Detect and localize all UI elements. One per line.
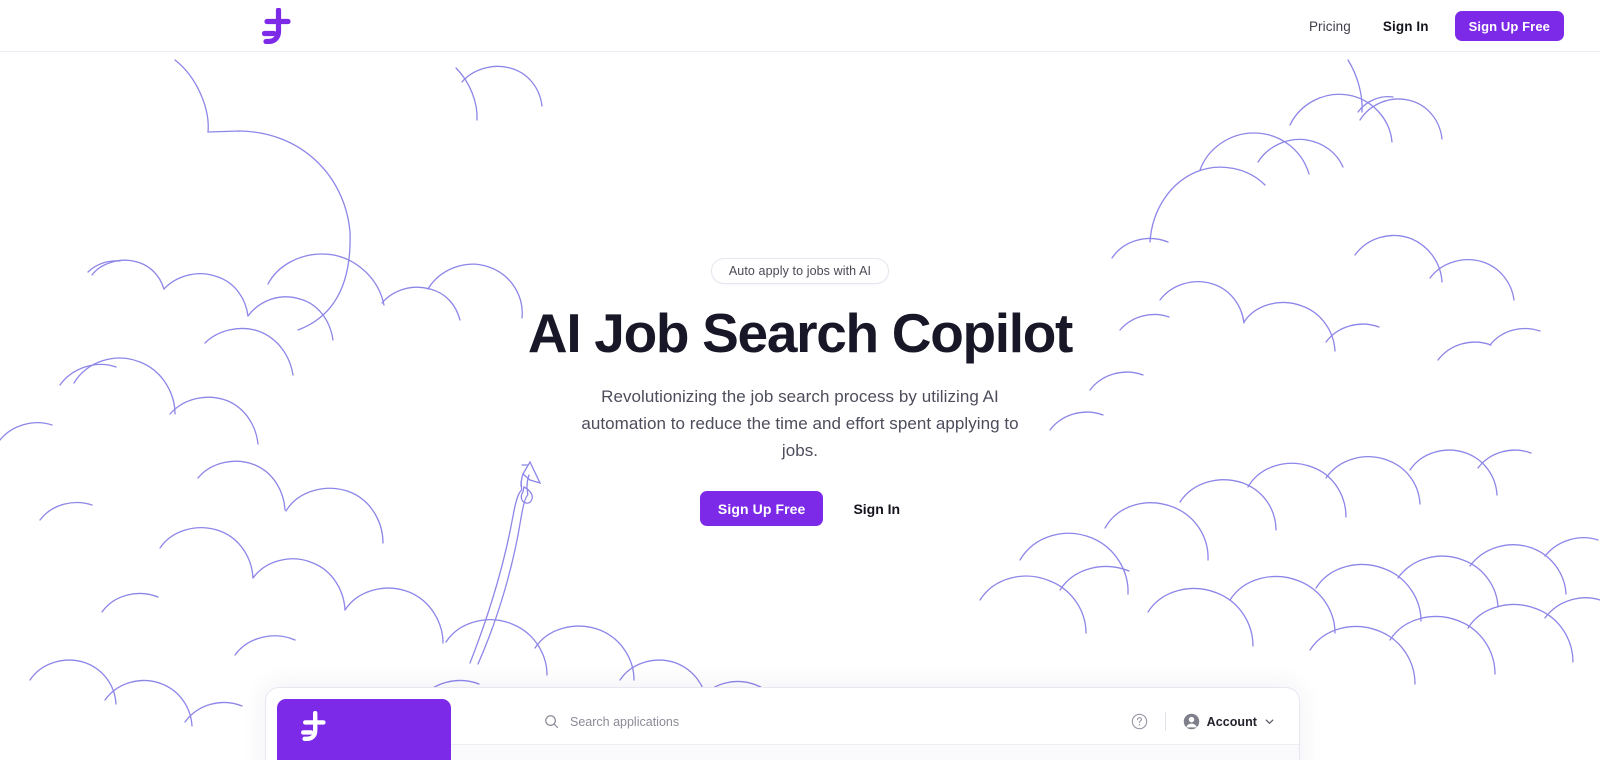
hero-actions: Sign Up Free Sign In: [699, 491, 900, 527]
app-topbar: Account: [451, 699, 1299, 745]
hero-signup-button[interactable]: Sign Up Free: [699, 491, 824, 527]
divider: [1164, 712, 1166, 731]
app-preview-window: Account: [265, 687, 1300, 760]
app-content-area: [451, 745, 1299, 760]
account-avatar-icon: [1183, 713, 1199, 730]
header-nav: Pricing Sign In Sign Up Free: [1309, 0, 1564, 52]
nav-link-signin[interactable]: Sign In: [1383, 19, 1429, 34]
app-search-bar[interactable]: [544, 714, 1131, 729]
question-mark-circle-icon[interactable]: [1131, 713, 1148, 730]
cloud-background-illustration: [0, 59, 1600, 727]
landing-page: Pricing Sign In Sign Up Free Auto apply …: [0, 0, 1600, 760]
app-sidebar: [277, 699, 451, 760]
nav-link-pricing[interactable]: Pricing: [1309, 19, 1351, 34]
jobcopilot-logo-icon[interactable]: [301, 711, 327, 741]
hero-badge-label: Auto apply to jobs with AI: [728, 264, 872, 278]
header-signup-button[interactable]: Sign Up Free: [1454, 11, 1564, 41]
search-icon: [545, 715, 559, 729]
hero-subtitle: Revolutionizing the job search process b…: [581, 387, 1019, 461]
search-input[interactable]: [570, 714, 970, 729]
jobcopilot-logo-icon[interactable]: [262, 8, 292, 44]
app-topbar-actions: Account: [1131, 712, 1275, 731]
account-label: Account: [1206, 714, 1257, 729]
hero-badge: Auto apply to jobs with AI: [710, 258, 890, 284]
chevron-down-icon[interactable]: [1264, 716, 1275, 727]
hero-section: Auto apply to jobs with AI AI Job Search…: [0, 52, 1600, 682]
site-header: Pricing Sign In Sign Up Free: [0, 0, 1600, 52]
page-title: AI Job Search Copilot: [527, 302, 1073, 364]
hero-signin-link[interactable]: Sign In: [853, 501, 900, 517]
account-menu[interactable]: Account: [1183, 713, 1275, 730]
